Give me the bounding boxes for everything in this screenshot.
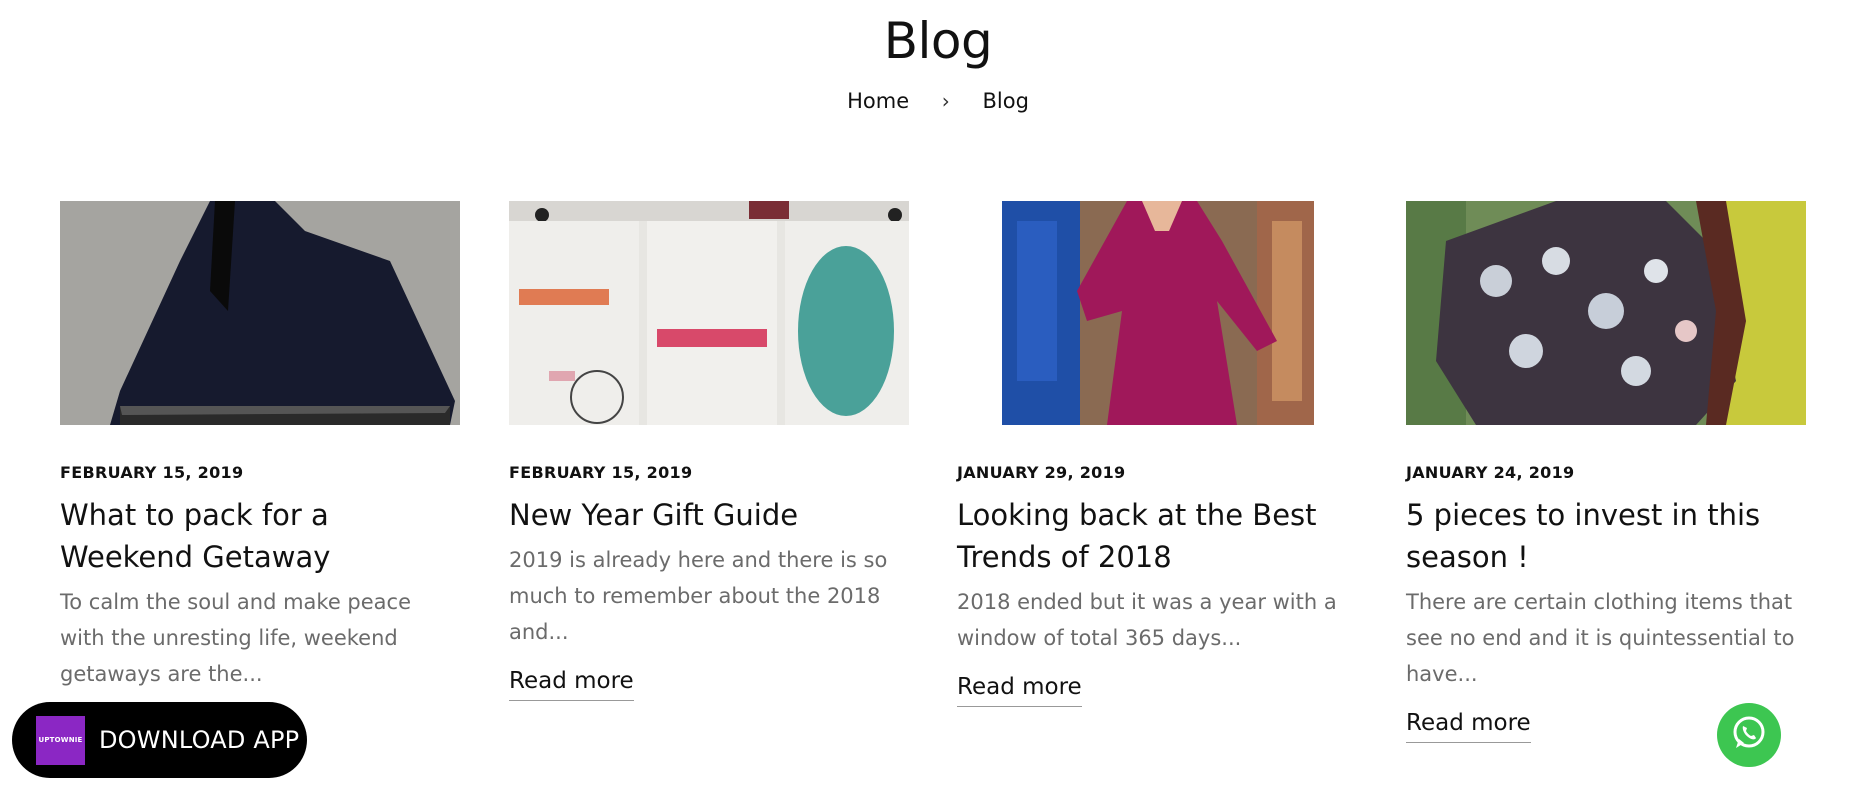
blog-card: FEBRUARY 15, 2019 New Year Gift Guide 20… — [509, 201, 909, 701]
post-thumbnail-image[interactable] — [957, 201, 1357, 425]
post-date: JANUARY 29, 2019 — [957, 463, 1126, 482]
post-title-link[interactable]: New Year Gift Guide — [509, 494, 909, 536]
uptownie-logo: UPTOWNIE — [36, 715, 85, 765]
post-title-link[interactable]: 5 pieces to invest in this season ! — [1406, 494, 1806, 578]
download-app-button[interactable]: UPTOWNIE DOWNLOAD APP — [12, 702, 307, 778]
post-excerpt: To calm the soul and make peace with the… — [60, 590, 412, 686]
post-thumbnail-image[interactable] — [60, 201, 460, 425]
post-date: FEBRUARY 15, 2019 — [509, 463, 693, 482]
post-date: FEBRUARY 15, 2019 — [60, 463, 244, 482]
whatsapp-icon — [1729, 713, 1769, 757]
whatsapp-button[interactable] — [1717, 703, 1781, 767]
breadcrumb-current: Blog — [982, 89, 1029, 113]
breadcrumb-home-link[interactable]: Home — [847, 89, 909, 113]
post-title-link[interactable]: Looking back at the Best Trends of 2018 — [957, 494, 1357, 578]
blog-card: JANUARY 24, 2019 5 pieces to invest in t… — [1406, 201, 1806, 743]
post-date: JANUARY 24, 2019 — [1406, 463, 1575, 482]
page-title: Blog — [883, 12, 993, 70]
post-excerpt: 2018 ended but it was a year with a wind… — [957, 590, 1337, 650]
post-thumbnail-image[interactable] — [1406, 201, 1806, 425]
breadcrumb: Home › Blog — [0, 88, 1876, 113]
blog-card: JANUARY 29, 2019 Looking back at the Bes… — [957, 201, 1357, 707]
blog-card: FEBRUARY 15, 2019 What to pack for a Wee… — [60, 201, 460, 692]
download-app-label: DOWNLOAD APP — [99, 726, 300, 754]
post-title-link[interactable]: What to pack for a Weekend Getaway — [60, 494, 460, 578]
post-excerpt: 2019 is already here and there is so muc… — [509, 548, 888, 644]
read-more-link[interactable]: Read more — [957, 674, 1082, 707]
post-excerpt: There are certain clothing items that se… — [1406, 590, 1795, 686]
breadcrumb-separator-icon: › — [941, 89, 950, 113]
post-thumbnail-image[interactable] — [509, 201, 909, 425]
read-more-link[interactable]: Read more — [509, 668, 634, 701]
read-more-link[interactable]: Read more — [1406, 710, 1531, 743]
